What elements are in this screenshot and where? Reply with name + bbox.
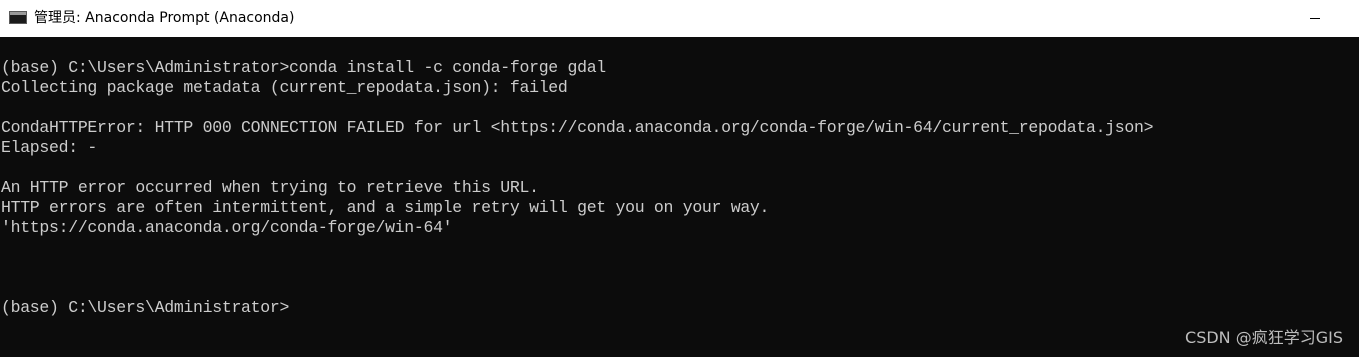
window-title: 管理员: Anaconda Prompt (Anaconda) bbox=[34, 10, 295, 26]
console-line: Collecting package metadata (current_rep… bbox=[1, 78, 568, 97]
console-line: HTTP errors are often intermittent, and … bbox=[1, 198, 770, 217]
minimize-button[interactable] bbox=[1296, 0, 1342, 37]
console-line: An HTTP error occurred when trying to re… bbox=[1, 178, 539, 197]
console-line: (base) C:\Users\Administrator>conda inst… bbox=[1, 58, 606, 77]
prompt-line[interactable]: (base) C:\Users\Administrator> bbox=[1, 298, 289, 318]
console-line: Elapsed: - bbox=[1, 138, 98, 157]
console-icon[interactable] bbox=[9, 11, 27, 24]
console-line: 'https://conda.anaconda.org/conda-forge/… bbox=[1, 218, 453, 237]
title-bar[interactable]: 管理员: Anaconda Prompt (Anaconda) bbox=[0, 0, 1359, 37]
watermark: CSDN @疯狂学习GIS bbox=[1185, 328, 1343, 347]
console-output[interactable]: (base) C:\Users\Administrator>conda inst… bbox=[0, 37, 1359, 357]
minimize-icon bbox=[1310, 18, 1320, 19]
console-line: CondaHTTPError: HTTP 000 CONNECTION FAIL… bbox=[1, 118, 1154, 137]
